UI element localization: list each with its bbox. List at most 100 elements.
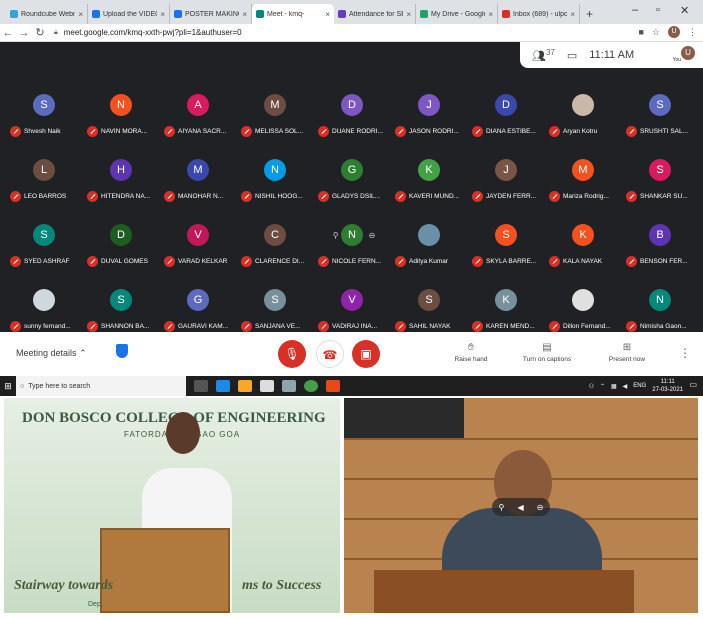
mic-muted-icon <box>395 320 406 332</box>
volume-icon[interactable]: ◀︎ <box>623 383 628 390</box>
participant-tile[interactable]: N NAVIN MORA... <box>83 90 159 150</box>
participant-tile[interactable]: M MANOHAR N... <box>160 155 236 215</box>
lock-icon[interactable]: 🔒︎ <box>54 29 58 37</box>
captions-button[interactable]: ▤ Turn on captions <box>512 342 582 363</box>
participant-tile[interactable]: S SHANKAR SU... <box>622 155 698 215</box>
language-indicator[interactable]: ENG <box>633 383 646 389</box>
participant-tile[interactable]: B BENSON FER... <box>622 220 698 280</box>
camera-off-button[interactable]: ▣ <box>352 340 380 368</box>
hang-up-button[interactable]: ☎︎ <box>316 340 344 368</box>
participant-tile[interactable]: L LEO BARROS <box>6 155 82 215</box>
participant-tile[interactable]: Aditya Kumar <box>391 220 467 280</box>
participant-tile[interactable]: M MELISSA SOL... <box>237 90 313 150</box>
file-explorer-icon[interactable] <box>238 380 252 392</box>
profile-avatar[interactable]: U <box>668 26 680 38</box>
wooden-podium <box>374 570 634 613</box>
windows-start-icon[interactable]: ⊞ <box>0 381 16 392</box>
pin-icon[interactable]: ⚲ <box>333 231 339 240</box>
close-window-icon[interactable]: ✕ <box>680 4 689 17</box>
participant-tile[interactable]: K KALA NAYAK <box>545 220 621 280</box>
browser-tab[interactable]: Inbox (689) - ulpo × <box>498 4 580 24</box>
participant-tile[interactable]: Aryan Kotru <box>545 90 621 150</box>
new-tab-icon[interactable]: + <box>580 4 599 24</box>
participant-tile[interactable]: S Shvesh Naik <box>6 90 82 150</box>
notifications-icon[interactable]: ▭ <box>689 380 697 389</box>
participant-name-row: MELISSA SOL... <box>241 124 315 138</box>
browser-tab[interactable]: POSTER MAKING × <box>170 4 252 24</box>
mail-icon[interactable] <box>282 380 296 392</box>
tab-close-icon[interactable]: × <box>78 10 83 19</box>
url-field[interactable]: meet.google.com/kmq-xxth-pwj?pli=1&authu… <box>64 28 242 37</box>
store-icon[interactable] <box>260 380 274 392</box>
audio-icon[interactable]: ◀︎ <box>518 503 524 512</box>
tab-close-icon[interactable]: × <box>570 10 575 19</box>
participant-tile[interactable]: S SKYLA BARRE... <box>468 220 544 280</box>
edge-icon[interactable] <box>216 380 230 392</box>
participant-tile[interactable]: N NICOLE FERN... ⚲ ⊖ <box>314 220 390 280</box>
participant-tile[interactable]: D DIANA ESTIBE... <box>468 90 544 150</box>
self-avatar[interactable]: U <box>681 46 695 60</box>
taskbar-search[interactable]: ○ Type here to search <box>16 376 186 396</box>
taskbar-time: 11:11 <box>660 379 675 385</box>
participant-tile[interactable]: S SRUSHTI SAL... <box>622 90 698 150</box>
mic-off-button[interactable]: 🎙︎ <box>278 340 306 368</box>
mic-muted-icon <box>395 190 406 202</box>
participant-avatar: L <box>33 159 55 181</box>
more-options-icon[interactable]: ⋮ <box>679 346 691 360</box>
tab-close-icon[interactable]: × <box>325 10 330 19</box>
participant-tile[interactable]: K KAVERI MUND... <box>391 155 467 215</box>
people-icon[interactable]: 👥︎37 <box>532 48 555 63</box>
participant-tile[interactable]: A AIYANA SACR... <box>160 90 236 150</box>
participant-tile[interactable]: G GLADYS DSIL... <box>314 155 390 215</box>
wooden-podium <box>100 528 230 613</box>
participant-name: AIYANA SACR... <box>178 127 227 135</box>
hand-icon: ✋︎ <box>468 342 474 353</box>
participant-tile[interactable]: C CLARENCE DI... <box>237 220 313 280</box>
participant-tile[interactable]: D DUVAL GOMES <box>83 220 159 280</box>
remove-icon[interactable]: ⊖ <box>537 503 544 512</box>
chat-icon[interactable]: ▭ <box>567 49 577 62</box>
browser-tab[interactable]: Roundcube Webm × <box>6 4 88 24</box>
participant-tile[interactable]: J JAYDEN FERR... <box>468 155 544 215</box>
tab-close-icon[interactable]: × <box>242 10 247 19</box>
participant-tile[interactable]: S SYED ASHRAF <box>6 220 82 280</box>
task-view-icon[interactable] <box>194 380 208 392</box>
tab-close-icon[interactable]: × <box>406 10 411 19</box>
forward-icon[interactable]: → <box>16 27 32 39</box>
maximize-icon[interactable]: ▫ <box>656 4 660 16</box>
participant-tile[interactable]: M Mariza Rodrig... <box>545 155 621 215</box>
browser-tab[interactable]: My Drive - Google × <box>416 4 498 24</box>
tab-close-icon[interactable]: × <box>488 10 493 19</box>
network-icon[interactable]: ▦ <box>611 383 617 390</box>
pin-icon[interactable]: ⚲ <box>499 503 505 512</box>
participant-tile[interactable]: J JASON RODRI... <box>391 90 467 150</box>
chrome-icon[interactable] <box>304 380 318 392</box>
taskbar-clock[interactable]: 11:11 27-03-2021 <box>652 378 683 394</box>
participant-avatar: C <box>264 224 286 246</box>
browser-tab[interactable]: Meet - kmq- × <box>252 4 334 24</box>
tab-close-icon[interactable]: × <box>160 10 165 19</box>
reload-icon[interactable]: ↻ <box>32 26 48 39</box>
participant-tile[interactable]: H HITENDRA NA... <box>83 155 159 215</box>
shield-icon[interactable] <box>116 344 128 358</box>
mic-muted-icon <box>87 320 98 332</box>
participant-tile[interactable]: D DUANE RODRI... <box>314 90 390 150</box>
browser-tab[interactable]: Attendance for SE × <box>334 4 416 24</box>
tray-expand-icon[interactable]: ⌃ <box>600 383 605 390</box>
raise-hand-button[interactable]: ✋︎ Raise hand <box>436 342 506 363</box>
back-icon[interactable]: ← <box>0 27 16 39</box>
participant-name-row: GLADYS DSIL... <box>318 189 392 203</box>
powerpoint-icon[interactable] <box>326 380 340 392</box>
camera-indicator-icon[interactable]: ■ <box>638 27 643 37</box>
remove-icon[interactable]: ⊖ <box>369 231 376 240</box>
browser-tab[interactable]: Upload the VIDEO × <box>88 4 170 24</box>
people-tray-icon[interactable]: ⚇ <box>589 383 594 390</box>
participant-tile[interactable]: V VARAD KELKAR <box>160 220 236 280</box>
meeting-details-button[interactable]: Meeting details ⌃ <box>16 348 87 359</box>
present-now-button[interactable]: ⊞ Present now <box>592 342 662 363</box>
bookmark-star-icon[interactable]: ☆ <box>652 27 660 38</box>
minimize-icon[interactable]: – <box>632 4 638 16</box>
chrome-menu-icon[interactable]: ⋮ <box>688 27 697 38</box>
participant-name-row: SANJANA VE... <box>241 319 315 333</box>
participant-tile[interactable]: N NISHIL HOOG... <box>237 155 313 215</box>
